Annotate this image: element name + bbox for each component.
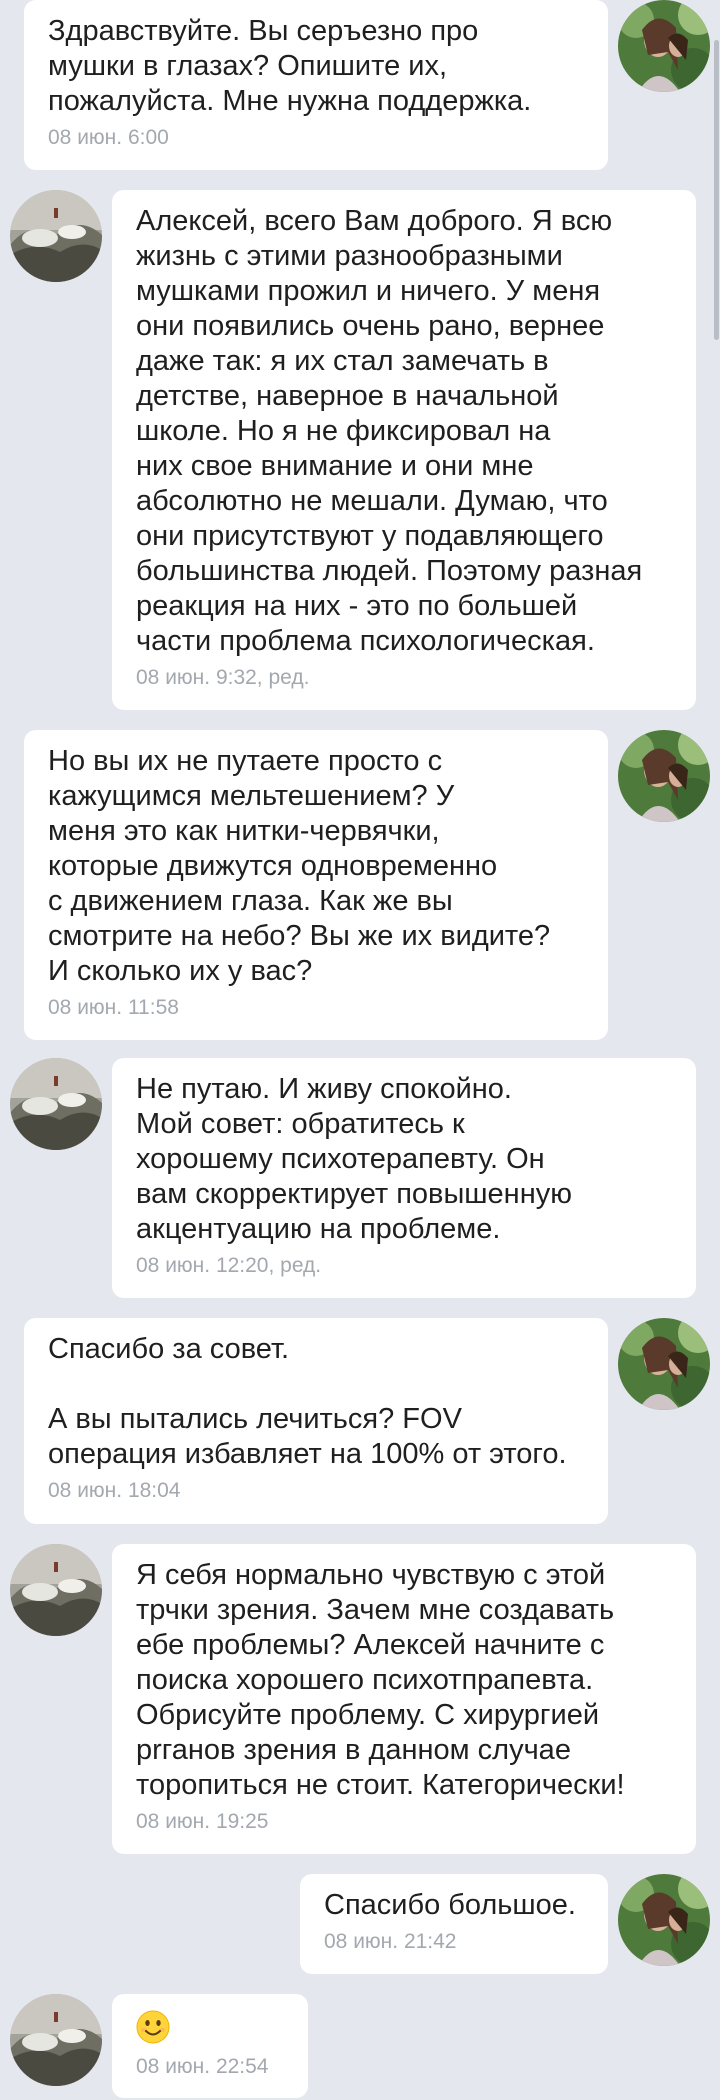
scrollbar-thumb[interactable]	[714, 40, 719, 340]
message-text: Здравствуйте. Вы серъезно про мушки в гл…	[48, 15, 532, 117]
message-text: Спасибо большое.	[324, 1889, 576, 1921]
message-timestamp: 08 июн. 9:32, ред.	[136, 666, 310, 689]
avatar-photo-icon	[10, 1994, 102, 2086]
avatar-photo-icon	[618, 730, 710, 822]
message-timestamp: 08 июн. 11:58	[48, 996, 179, 1019]
avatar-photo-icon	[618, 0, 710, 92]
avatar-photo-icon	[10, 190, 102, 282]
avatar-photo-icon	[10, 1058, 102, 1150]
user-avatar-woman[interactable]	[618, 730, 710, 822]
message-text: Я себя нормально чувствую с этой трчки з…	[136, 1559, 625, 1801]
message-text: Но вы их не путаете просто с кажущимся м…	[48, 745, 551, 987]
user-avatar-woman[interactable]	[618, 1874, 710, 1966]
message-bubble-incoming[interactable]: 08 июн. 22:54	[112, 1994, 308, 2098]
message-bubble-outgoing[interactable]: Спасибо большое. 08 июн. 21:42	[300, 1874, 608, 1974]
message-timestamp: 08 июн. 6:00	[48, 126, 169, 149]
message-timestamp: 08 июн. 22:54	[136, 2055, 269, 2078]
message-text: Спасибо за совет. А вы пытались лечиться…	[48, 1333, 567, 1470]
avatar-photo-icon	[10, 1544, 102, 1636]
smiling-face-emoji-icon	[136, 2008, 286, 2048]
avatar-photo-icon	[618, 1318, 710, 1410]
user-avatar-sea[interactable]	[10, 1994, 102, 2086]
message-bubble-incoming[interactable]: Не путаю. И живу спокойно. Мой совет: об…	[112, 1058, 696, 1298]
message-timestamp: 08 июн. 19:25	[136, 1810, 269, 1833]
avatar-photo-icon	[618, 1874, 710, 1966]
message-text: Не путаю. И живу спокойно. Мой совет: об…	[136, 1073, 572, 1245]
message-bubble-incoming[interactable]: Алексей, всего Вам доброго. Я всю жизнь …	[112, 190, 696, 710]
message-bubble-outgoing[interactable]: Здравствуйте. Вы серъезно про мушки в гл…	[24, 0, 608, 170]
user-avatar-sea[interactable]	[10, 190, 102, 282]
user-avatar-woman[interactable]	[618, 1318, 710, 1410]
message-timestamp: 08 июн. 12:20, ред.	[136, 1254, 322, 1277]
message-timestamp: 08 июн. 18:04	[48, 1479, 181, 1502]
message-text: Алексей, всего Вам доброго. Я всю жизнь …	[136, 205, 643, 657]
message-timestamp: 08 июн. 21:42	[324, 1930, 457, 1953]
user-avatar-sea[interactable]	[10, 1544, 102, 1636]
message-bubble-outgoing[interactable]: Спасибо за совет. А вы пытались лечиться…	[24, 1318, 608, 1524]
message-bubble-incoming[interactable]: Я себя нормально чувствую с этой трчки з…	[112, 1544, 696, 1854]
user-avatar-sea[interactable]	[10, 1058, 102, 1150]
scrollbar[interactable]	[714, 0, 720, 2100]
user-avatar-woman[interactable]	[618, 0, 710, 92]
message-bubble-outgoing[interactable]: Но вы их не путаете просто с кажущимся м…	[24, 730, 608, 1040]
